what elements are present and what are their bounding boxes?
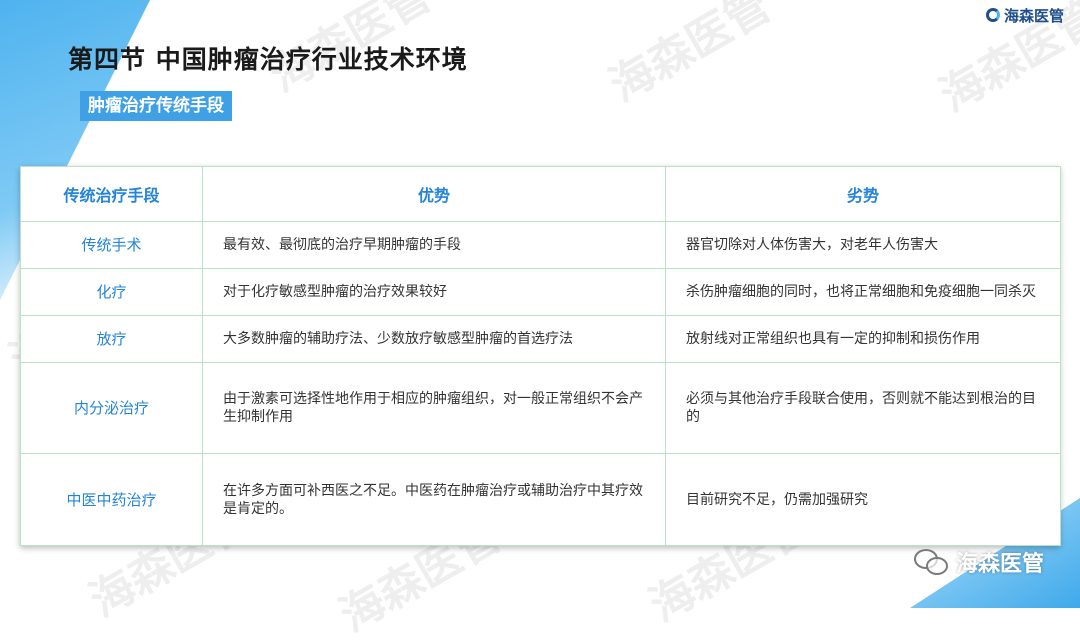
- method-cell: 传统手术: [20, 221, 203, 269]
- method-cell: 化疗: [20, 267, 203, 316]
- logo-text: 海森医管: [1003, 6, 1064, 25]
- logo-icon: [985, 8, 1000, 22]
- footer-brand: 海森医管: [913, 546, 1044, 578]
- advantage-cell: 在许多方面可补西医之不足。中医药在肿瘤治疗或辅助治疗中其疗效是肯定的。: [202, 453, 666, 546]
- page-title: 第四节 中国肿瘤治疗行业技术环境: [68, 45, 468, 74]
- column-header-advantage: 优势: [202, 166, 666, 222]
- table-row: 化疗 对于化疗敏感型肿瘤的治疗效果较好 杀伤肿瘤细胞的同时，也将正常细胞和免疫细…: [20, 267, 1061, 316]
- disadvantage-cell: 必须与其他治疗手段联合使用，否则就不能达到根治的目的: [665, 361, 1061, 455]
- advantage-cell: 最有效、最彻底的治疗早期肿瘤的手段: [202, 221, 666, 269]
- brand-logo: 海森医管: [985, 4, 1064, 26]
- advantage-cell: 对于化疗敏感型肿瘤的治疗效果较好: [202, 267, 666, 316]
- column-header-disadvantage: 劣势: [665, 166, 1061, 222]
- table-row: 传统手术 最有效、最彻底的治疗早期肿瘤的手段 器官切除对人体伤害大，对老年人伤害…: [20, 221, 1061, 269]
- table-header-row: 传统治疗手段 优势 劣势: [20, 166, 1061, 222]
- wechat-icon: [913, 549, 948, 575]
- column-header-method: 传统治疗手段: [20, 166, 203, 222]
- disadvantage-cell: 杀伤肿瘤细胞的同时，也将正常细胞和免疫细胞一同杀灭: [665, 267, 1061, 316]
- advantage-cell: 由于激素可选择性地作用于相应的肿瘤组织，对一般正常组织不会产生抑制作用: [202, 361, 666, 455]
- disadvantage-cell: 器官切除对人体伤害大，对老年人伤害大: [665, 221, 1061, 269]
- method-cell: 中医中药治疗: [20, 453, 203, 546]
- comparison-table: 传统治疗手段 优势 劣势 传统手术 最有效、最彻底的治疗早期肿瘤的手段 器官切除…: [20, 166, 1061, 546]
- method-cell: 内分泌治疗: [20, 361, 203, 455]
- comparison-table-container: 传统治疗手段 优势 劣势 传统手术 最有效、最彻底的治疗早期肿瘤的手段 器官切除…: [20, 166, 1061, 546]
- table-row: 内分泌治疗 由于激素可选择性地作用于相应的肿瘤组织，对一般正常组织不会产生抑制作…: [20, 361, 1061, 455]
- table-row: 放疗 大多数肿瘤的辅助疗法、少数放疗敏感型肿瘤的首选疗法 放射线对正常组织也具有…: [20, 314, 1061, 363]
- table-row: 中医中药治疗 在许多方面可补西医之不足。中医药在肿瘤治疗或辅助治疗中其疗效是肯定…: [20, 453, 1061, 546]
- advantage-cell: 大多数肿瘤的辅助疗法、少数放疗敏感型肿瘤的首选疗法: [202, 314, 666, 363]
- disadvantage-cell: 目前研究不足，仍需加强研究: [665, 453, 1061, 546]
- section-subtitle: 肿瘤治疗传统手段: [80, 91, 232, 121]
- footer-brand-text: 海森医管: [955, 552, 1044, 577]
- watermark: 海森医管: [601, 0, 780, 112]
- disadvantage-cell: 放射线对正常组织也具有一定的抑制和损伤作用: [665, 314, 1061, 363]
- method-cell: 放疗: [20, 314, 203, 363]
